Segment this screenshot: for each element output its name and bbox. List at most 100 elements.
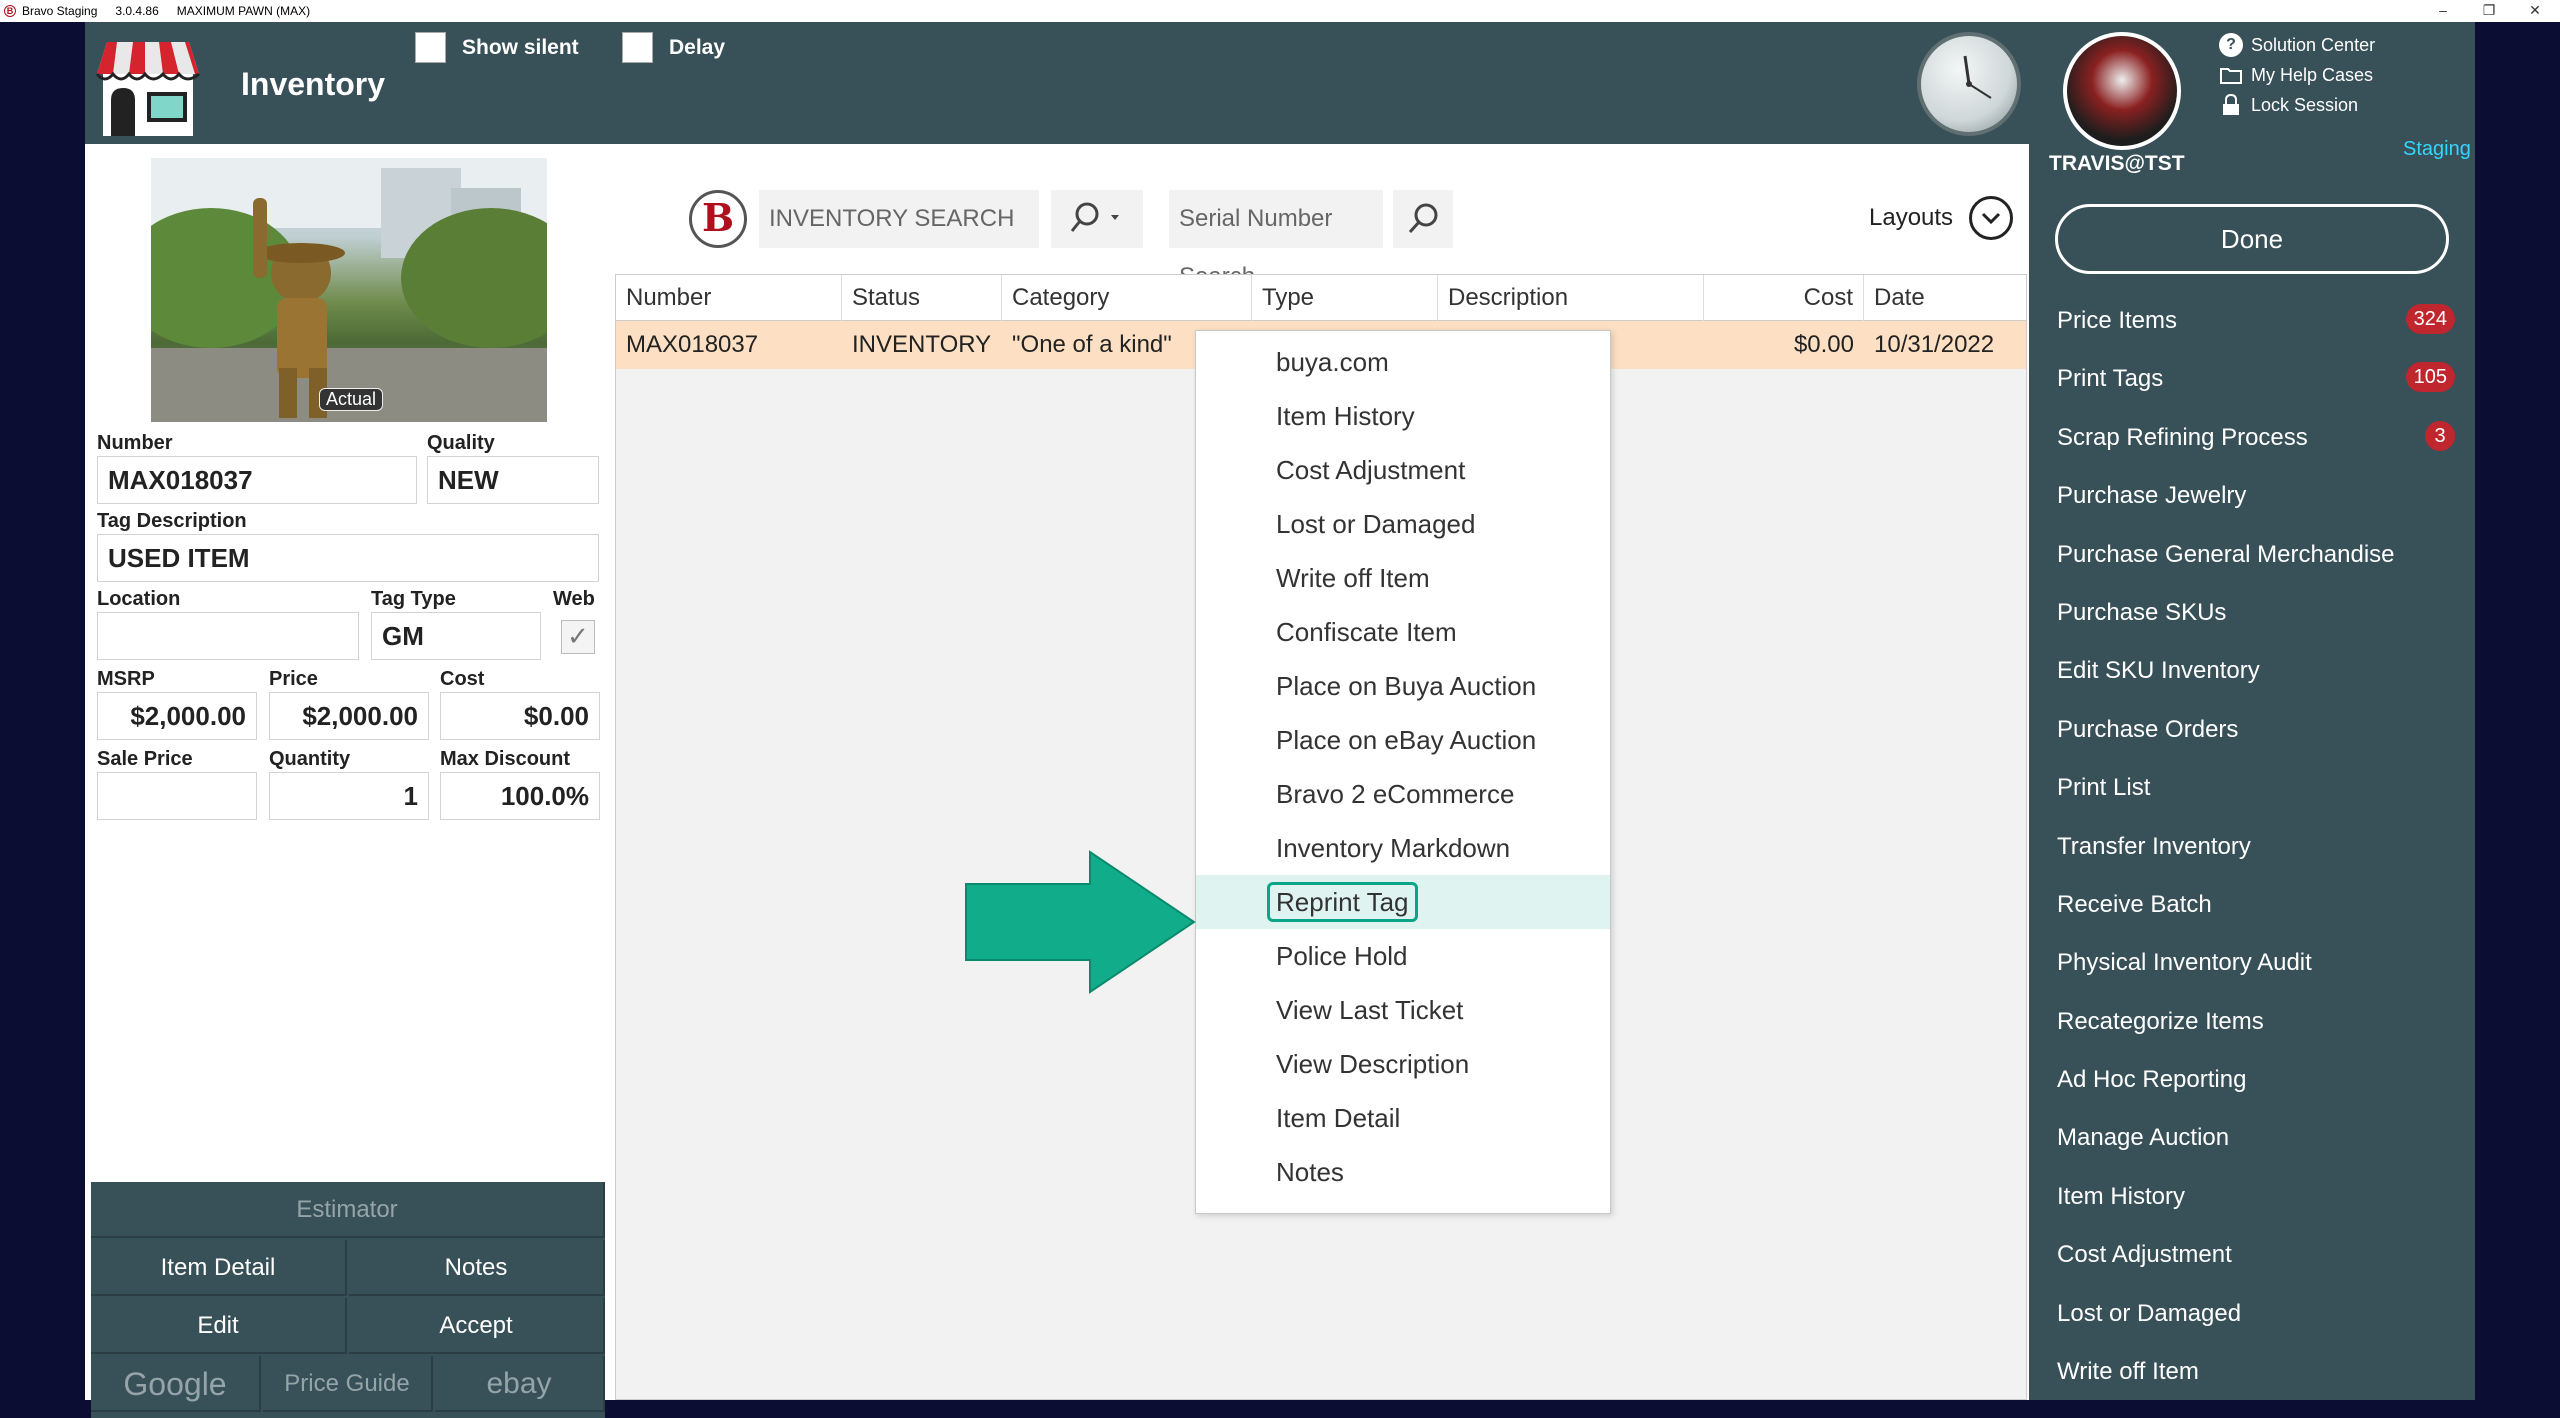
action-button-grid: Estimator Item Detail Notes Edit Accept … — [91, 1182, 605, 1418]
menu-item-write-off-item[interactable]: Write off Item — [1196, 551, 1610, 605]
show-silent-box[interactable] — [415, 32, 446, 63]
web-checkbox[interactable]: ✓ — [561, 620, 595, 654]
menu-item-label: Notes — [1276, 1157, 1344, 1187]
menu-item-bravo-2-ecommerce[interactable]: Bravo 2 eCommerce — [1196, 767, 1610, 821]
header-bar: Inventory Show silent Delay — [85, 22, 2029, 144]
column-description[interactable]: Description — [1438, 275, 1704, 321]
sidebar-item-scrap-refining-process[interactable]: Scrap Refining Process 3 — [2029, 409, 2475, 467]
sidebar-item-purchase-jewelry[interactable]: Purchase Jewelry — [2029, 467, 2475, 525]
layouts-dropdown[interactable]: Layouts — [1869, 196, 2014, 240]
sidebar-item-cost-adjustment[interactable]: Cost Adjustment — [2029, 1226, 2475, 1284]
column-cost[interactable]: Cost — [1704, 275, 1864, 321]
show-silent-checkbox[interactable]: Show silent — [415, 32, 579, 63]
accept-button[interactable]: Accept — [349, 1298, 605, 1354]
minimize-button[interactable]: – — [2420, 0, 2466, 22]
sidebar-item-print-tags[interactable]: Print Tags 105 — [2029, 350, 2475, 408]
sidebar-item-purchase-general-merchandise[interactable]: Purchase General Merchandise — [2029, 526, 2475, 584]
max-discount-field[interactable]: 100.0% — [440, 772, 600, 820]
price-guide-button[interactable]: Price Guide — [263, 1356, 433, 1412]
menu-item-view-description[interactable]: View Description — [1196, 1037, 1610, 1091]
menu-item-place-on-ebay-auction[interactable]: Place on eBay Auction — [1196, 713, 1610, 767]
menu-item-view-last-ticket[interactable]: View Last Ticket — [1196, 983, 1610, 1037]
sidebar-item-purchase-orders[interactable]: Purchase Orders — [2029, 701, 2475, 759]
cost-field[interactable]: $0.00 — [440, 692, 600, 740]
sidebar-item-transfer-inventory[interactable]: Transfer Inventory — [2029, 818, 2475, 876]
quality-field[interactable]: NEW — [427, 456, 599, 504]
serial-search-button[interactable] — [1393, 190, 1453, 248]
avatar[interactable] — [2063, 32, 2181, 150]
right-sidebar: ? Solution Center My Help Cases Lock Ses… — [2029, 22, 2475, 1400]
column-category[interactable]: Category — [1002, 275, 1252, 321]
sidebar-item-edit-sku-inventory[interactable]: Edit SKU Inventory — [2029, 642, 2475, 700]
inventory-search-button[interactable] — [1051, 190, 1143, 248]
column-type[interactable]: Type — [1252, 275, 1438, 321]
menu-item-item-detail[interactable]: Item Detail — [1196, 1091, 1610, 1145]
sidebar-item-ad-hoc-reporting[interactable]: Ad Hoc Reporting — [2029, 1051, 2475, 1109]
item-detail-panel: Actual Number Quality MAX018037 NEW Tag … — [85, 144, 609, 1418]
close-button[interactable]: ✕ — [2512, 0, 2558, 22]
sidebar-item-physical-inventory-audit[interactable]: Physical Inventory Audit — [2029, 934, 2475, 992]
count-badge: 324 — [2405, 304, 2455, 334]
number-field[interactable]: MAX018037 — [97, 456, 417, 504]
menu-item-notes[interactable]: Notes — [1196, 1145, 1610, 1199]
sidebar-item-price-items[interactable]: Price Items 324 — [2029, 292, 2475, 350]
count-badge: 105 — [2405, 362, 2455, 393]
sidebar-item-item-history[interactable]: Item History — [2029, 1168, 2475, 1226]
done-button[interactable]: Done — [2055, 204, 2449, 274]
notes-button[interactable]: Notes — [349, 1240, 605, 1296]
store-icon — [95, 42, 200, 136]
location-field[interactable] — [97, 612, 359, 660]
restore-button[interactable]: ❐ — [2466, 0, 2512, 22]
sidebar-item-label: Write off Item — [2057, 1358, 2199, 1386]
menu-item-cost-adjustment[interactable]: Cost Adjustment — [1196, 443, 1610, 497]
menu-item-confiscate-item[interactable]: Confiscate Item — [1196, 605, 1610, 659]
menu-item-label: Bravo 2 eCommerce — [1276, 779, 1515, 809]
sidebar-item-print-list[interactable]: Print List — [2029, 759, 2475, 817]
solution-center-link[interactable]: ? Solution Center — [2219, 30, 2375, 60]
sidebar-item-label: Transfer Inventory — [2057, 832, 2251, 860]
tag-description-field[interactable]: USED ITEM — [97, 534, 599, 582]
edit-button[interactable]: Edit — [91, 1298, 347, 1354]
tag-type-field[interactable]: GM — [371, 612, 541, 660]
bravo-logo-icon: B — [689, 190, 747, 248]
serial-number-search-input[interactable]: Serial Number Search — [1169, 190, 1383, 290]
msrp-field[interactable]: $2,000.00 — [97, 692, 257, 740]
max-discount-label: Max Discount — [440, 748, 571, 770]
sidebar-item-purchase-skus[interactable]: Purchase SKUs — [2029, 584, 2475, 642]
menu-item-label: Confiscate Item — [1276, 617, 1457, 647]
sidebar-item-lost-or-damaged[interactable]: Lost or Damaged — [2029, 1285, 2475, 1343]
item-photo[interactable]: Actual — [151, 158, 547, 422]
google-button[interactable]: Google — [91, 1356, 261, 1412]
menu-item-inventory-markdown[interactable]: Inventory Markdown — [1196, 821, 1610, 875]
sidebar-item-recategorize-items[interactable]: Recategorize Items — [2029, 993, 2475, 1051]
my-help-cases-link[interactable]: My Help Cases — [2219, 60, 2375, 90]
sidebar-item-receive-batch[interactable]: Receive Batch — [2029, 876, 2475, 934]
menu-item-lost-or-damaged[interactable]: Lost or Damaged — [1196, 497, 1610, 551]
menu-item-item-history[interactable]: Item History — [1196, 389, 1610, 443]
sidebar-item-label: Price Items — [2057, 307, 2178, 334]
question-icon: ? — [2219, 33, 2243, 57]
column-status[interactable]: Status — [842, 275, 1002, 321]
lock-icon — [2219, 93, 2243, 117]
column-number[interactable]: Number — [616, 275, 842, 321]
menu-item-police-hold[interactable]: Police Hold — [1196, 929, 1610, 983]
menu-item-reprint-tag[interactable]: Reprint Tag — [1196, 875, 1610, 929]
estimator-button[interactable]: Estimator — [91, 1182, 605, 1238]
sale-price-field[interactable] — [97, 772, 257, 820]
price-field[interactable]: $2,000.00 — [269, 692, 429, 740]
delay-checkbox[interactable]: Delay — [622, 32, 725, 63]
item-detail-button[interactable]: Item Detail — [91, 1240, 347, 1296]
menu-item-buya-com[interactable]: buya.com — [1196, 335, 1610, 389]
sidebar-item-write-off-item[interactable]: Write off Item — [2029, 1343, 2475, 1401]
quantity-field[interactable]: 1 — [269, 772, 429, 820]
menu-item-place-on-buya-auction[interactable]: Place on Buya Auction — [1196, 659, 1610, 713]
delay-box[interactable] — [622, 32, 653, 63]
grid-header: Number Status Category Type Description … — [616, 275, 2026, 321]
lock-session-link[interactable]: Lock Session — [2219, 90, 2375, 120]
sidebar-item-label: Lost or Damaged — [2057, 1299, 2242, 1327]
column-date[interactable]: Date — [1864, 275, 2026, 321]
inventory-search-input[interactable]: INVENTORY SEARCH — [759, 190, 1039, 248]
sidebar-item-manage-auction[interactable]: Manage Auction — [2029, 1109, 2475, 1167]
chevron-down-icon[interactable] — [1969, 196, 2014, 240]
ebay-button[interactable]: ebay — [435, 1356, 605, 1412]
